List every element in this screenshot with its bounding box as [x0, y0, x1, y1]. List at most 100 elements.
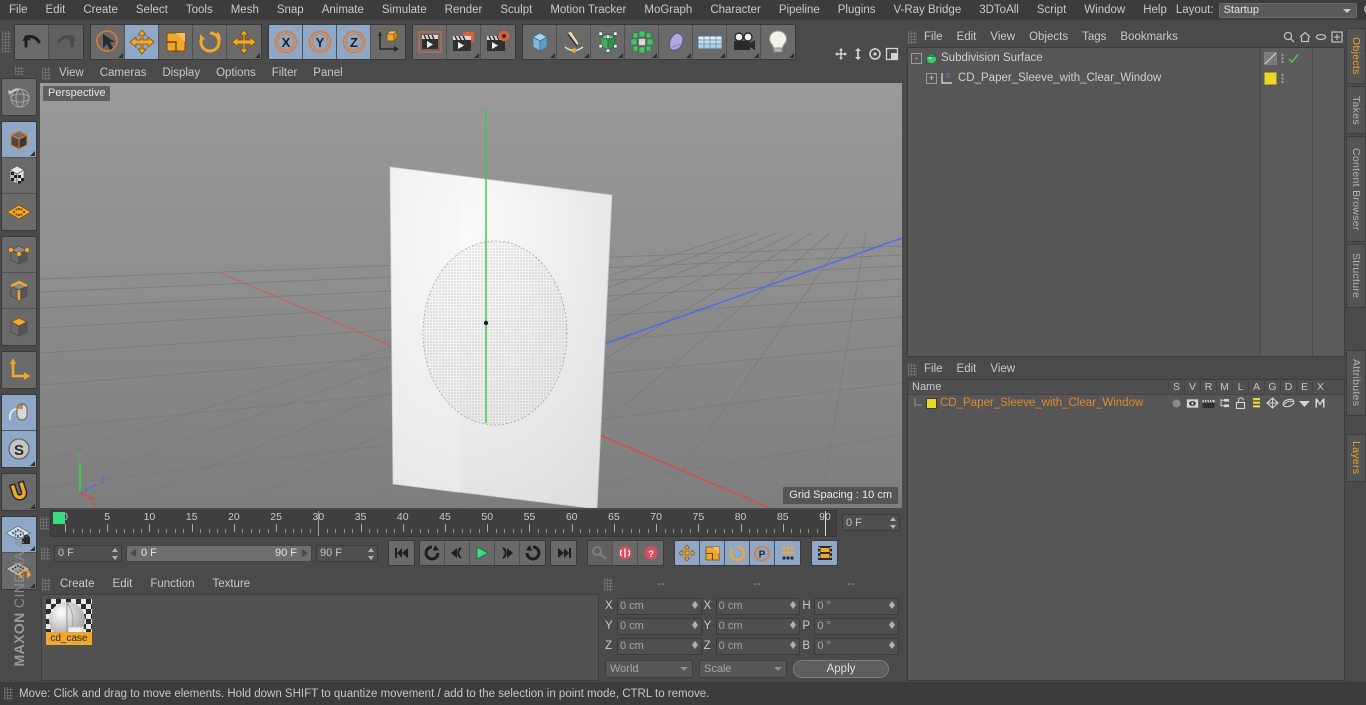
zoom-viewport-icon[interactable] — [851, 47, 865, 61]
object-tree[interactable]: - Subdivision Surface + 0 CD_Paper_Sleev… — [908, 48, 1260, 356]
om-menu-tags[interactable]: Tags — [1075, 30, 1113, 45]
layer-col-m[interactable]: M — [1216, 381, 1232, 393]
record-position-button[interactable] — [675, 541, 700, 565]
points-cube-icon[interactable] — [2, 237, 36, 273]
texture-cube-icon[interactable] — [2, 158, 36, 194]
world-axis-cube-icon[interactable] — [371, 25, 405, 59]
menu-item-3dtoall[interactable]: 3DToAll — [970, 2, 1028, 19]
menu-item-window[interactable]: Window — [1075, 2, 1134, 19]
menu-item-script[interactable]: Script — [1028, 2, 1075, 19]
manager-tree-icon[interactable] — [1216, 398, 1232, 409]
autokey-circle-icon[interactable] — [613, 541, 638, 565]
menu-item-file[interactable]: File — [0, 2, 37, 19]
material-gripper[interactable] — [42, 577, 51, 591]
stepper-icon[interactable] — [790, 600, 797, 609]
stepper-icon[interactable] — [691, 620, 698, 629]
layer-manager-body[interactable]: Name S V R M L A G D E X CD_Paper_Sleeve… — [907, 379, 1345, 681]
stepper-icon[interactable] — [790, 620, 797, 629]
coord-field-pos-x[interactable]: 0 cm — [617, 597, 702, 615]
object-tag-column[interactable] — [1260, 48, 1312, 356]
menu-item-motion-tracker[interactable]: Motion Tracker — [541, 2, 635, 19]
prev-frame-icon[interactable] — [445, 541, 470, 565]
skip-end-icon[interactable] — [551, 541, 576, 565]
solo-dot-icon[interactable] — [1168, 398, 1184, 409]
menu-item-vray-bridge[interactable]: V-Ray Bridge — [884, 2, 970, 19]
toolbar-gripper[interactable] — [2, 31, 11, 53]
object-row-subdivision-surface[interactable]: - Subdivision Surface — [908, 48, 1260, 68]
material-list[interactable]: cd_case — [41, 594, 599, 681]
left-toolbar-gripper[interactable] — [14, 66, 24, 75]
menu-item-plugins[interactable]: Plugins — [829, 2, 885, 19]
menu-item-select[interactable]: Select — [127, 2, 177, 19]
side-tab-takes[interactable]: Takes — [1346, 86, 1366, 134]
material-menu-create[interactable]: Create — [51, 576, 104, 593]
rotate-viewport-icon[interactable] — [868, 47, 882, 61]
viewport-menu-filter[interactable]: Filter — [264, 66, 306, 81]
coord-field-rot-h[interactable]: 0 ° — [814, 597, 900, 615]
key-icon[interactable] — [588, 541, 613, 565]
menu-item-tools[interactable]: Tools — [177, 2, 222, 19]
side-tab-layers[interactable]: Layers — [1346, 434, 1366, 482]
coord-field-pos-z[interactable]: 0 cm — [617, 637, 702, 655]
magnet-icon[interactable] — [2, 474, 36, 510]
coord-field-rot-p[interactable]: 0 ° — [814, 617, 900, 635]
material-menu-texture[interactable]: Texture — [203, 576, 259, 593]
search-icon[interactable] — [1283, 31, 1295, 43]
viewport-menu-view[interactable]: View — [51, 66, 92, 81]
material-menu-edit[interactable]: Edit — [104, 576, 142, 593]
layer-col-r[interactable]: R — [1200, 381, 1216, 393]
om-menu-file[interactable]: File — [917, 30, 950, 45]
camera-icon[interactable] — [727, 25, 761, 59]
current-frame-field[interactable]: 0 F — [54, 544, 122, 562]
coord-field-size-z[interactable]: 0 cm — [715, 637, 801, 655]
tag-dots-icon[interactable] — [1280, 52, 1285, 65]
coord-field-size-y[interactable]: 0 cm — [715, 617, 801, 635]
viewport-gripper[interactable] — [42, 67, 51, 80]
stepper-icon[interactable] — [889, 640, 896, 649]
coord-field-rot-b[interactable]: 0 ° — [814, 637, 900, 655]
stepper-icon[interactable] — [889, 600, 896, 609]
film-strip-icon[interactable] — [812, 541, 837, 565]
bend-deformer-icon[interactable] — [659, 25, 693, 59]
enabled-check-icon[interactable] — [1288, 53, 1299, 64]
object-manager-gripper[interactable] — [908, 30, 917, 44]
ly-menu-view[interactable]: View — [983, 362, 1022, 377]
menu-item-create[interactable]: Create — [74, 2, 127, 19]
maximize-viewport-icon[interactable] — [885, 47, 899, 61]
display-tag-icon[interactable] — [1264, 51, 1277, 65]
material-menu-function[interactable]: Function — [141, 576, 203, 593]
polygons-cube-icon[interactable] — [2, 309, 36, 345]
clapperboard-icon[interactable] — [413, 25, 447, 59]
stepper-icon[interactable] — [112, 547, 118, 560]
undo-button[interactable] — [15, 25, 49, 59]
modeling-objects-icon[interactable] — [625, 25, 659, 59]
layer-color-swatch[interactable] — [926, 397, 937, 409]
material-item[interactable]: cd_case — [46, 599, 92, 645]
layer-col-a[interactable]: A — [1248, 381, 1264, 393]
object-manager-body[interactable]: - Subdivision Surface + 0 CD_Paper_Sleev… — [907, 47, 1345, 357]
skip-start-icon[interactable] — [389, 541, 414, 565]
loop-forward-icon[interactable] — [520, 541, 545, 565]
status-bar-gripper[interactable] — [4, 687, 13, 700]
play-icon[interactable] — [470, 541, 495, 565]
timeline-controls-gripper[interactable] — [41, 546, 50, 560]
undo-view-globe-icon[interactable] — [2, 79, 36, 115]
coord-field-pos-y[interactable]: 0 cm — [617, 617, 702, 635]
y-axis-icon[interactable]: Y — [303, 25, 337, 59]
move-tool-button[interactable] — [125, 25, 159, 59]
layer-col-v[interactable]: V — [1184, 381, 1200, 393]
side-tab-structure[interactable]: Structure — [1346, 244, 1366, 308]
coordinate-system-dropdown[interactable]: World — [605, 660, 693, 678]
xpresso-icon[interactable] — [1312, 397, 1328, 409]
menu-item-snap[interactable]: Snap — [268, 2, 313, 19]
generator-icon[interactable] — [1264, 397, 1280, 409]
animation-bars-icon[interactable] — [1248, 397, 1264, 409]
side-tab-objects[interactable]: Objects — [1346, 28, 1366, 84]
s-circle-icon[interactable]: S — [2, 431, 36, 467]
layer-name-cell[interactable]: CD_Paper_Sleeve_with_Clear_Window — [908, 397, 1168, 409]
deformer-icon[interactable] — [1280, 397, 1296, 409]
layer-manager-gripper[interactable] — [908, 362, 917, 376]
edges-cube-icon[interactable] — [2, 273, 36, 309]
tag-dots-icon[interactable] — [1280, 72, 1285, 85]
menu-item-mesh[interactable]: Mesh — [222, 2, 268, 19]
